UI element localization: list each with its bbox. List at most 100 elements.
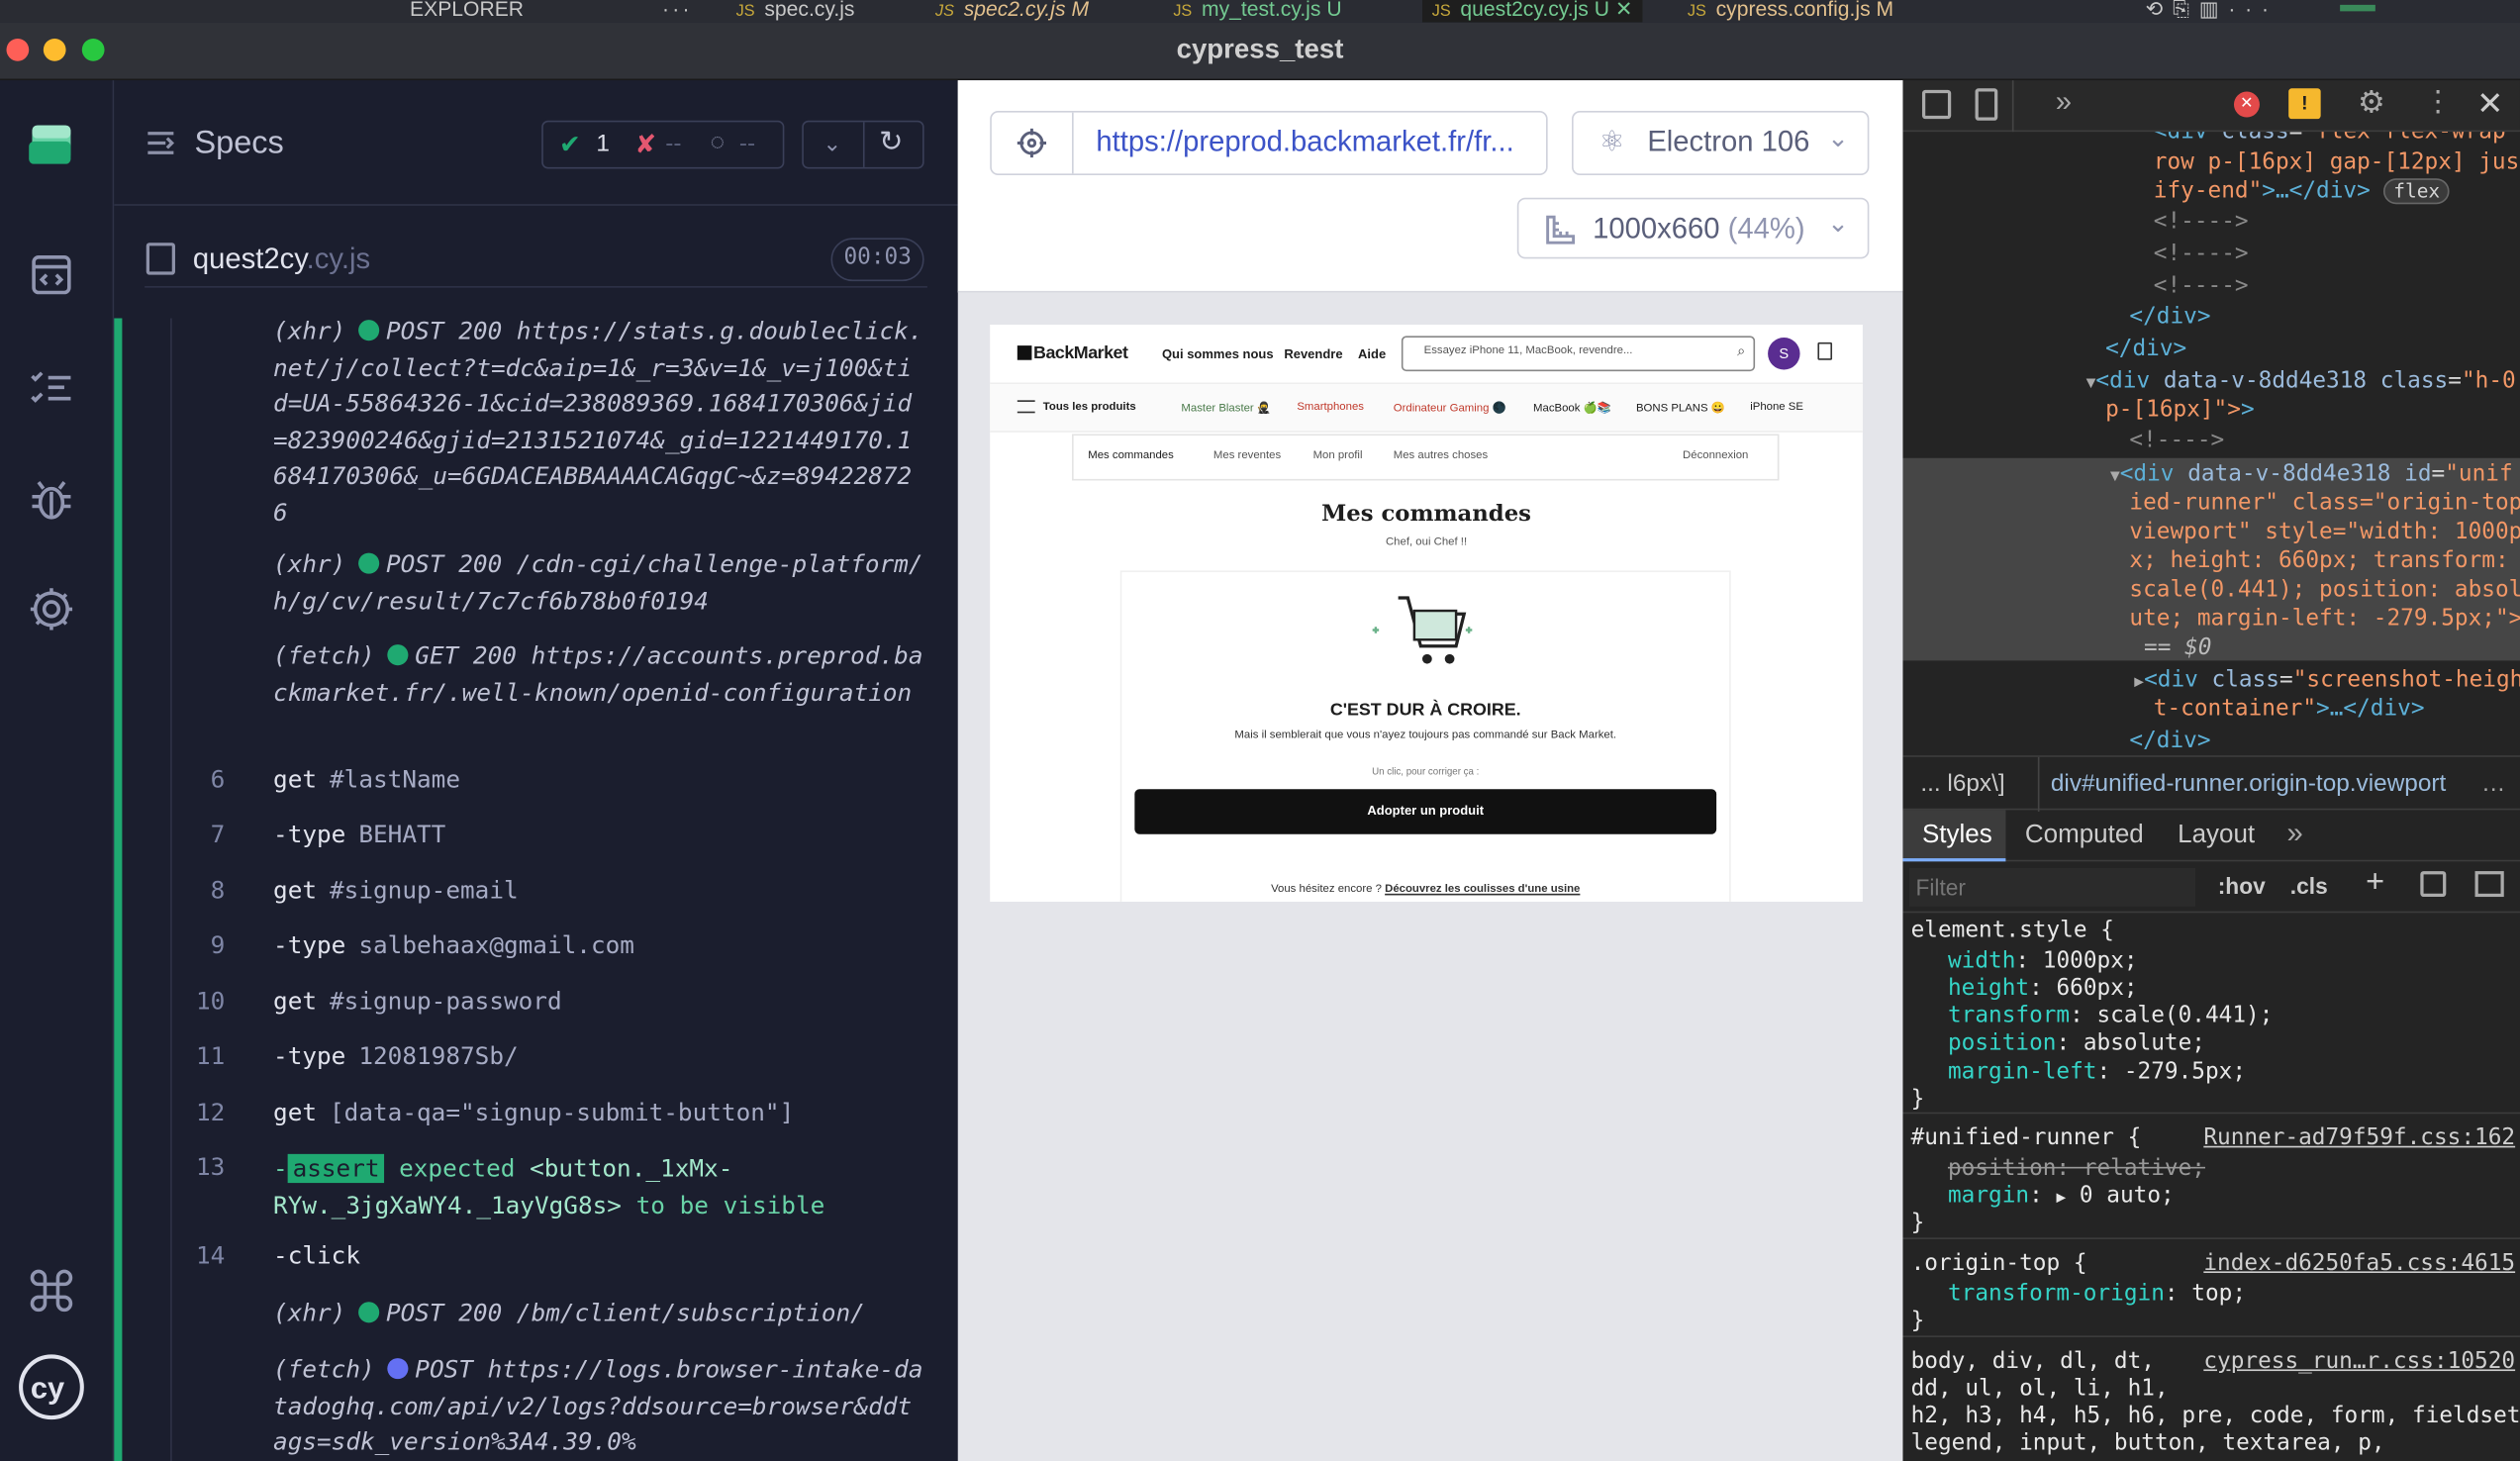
category-link[interactable]: iPhone SE bbox=[1750, 402, 1803, 413]
css-source-link[interactable]: index-d6250fa5.css:4615 bbox=[2203, 1250, 2515, 1276]
log-entry[interactable]: (fetch) POST https://logs.browser-intake-… bbox=[273, 1352, 924, 1461]
log-entry[interactable]: (fetch) GET 200 https://accounts.preprod.… bbox=[273, 638, 924, 711]
specs-label[interactable]: Specs bbox=[194, 126, 283, 162]
dom-comment[interactable]: <!----> bbox=[2154, 242, 2249, 267]
site-search-input[interactable]: Essayez iPhone 11, MacBook, revendre... … bbox=[1401, 336, 1756, 372]
more-icon[interactable]: ··· bbox=[662, 0, 693, 21]
more-options-icon[interactable]: ⋮ bbox=[2424, 85, 2453, 119]
editor-tab[interactable]: JS my_test.cy.js U bbox=[1173, 0, 1341, 21]
viewport-selector[interactable]: 1000x660 (44%) ⌄ bbox=[1516, 197, 1870, 259]
avatar[interactable]: S bbox=[1768, 337, 1800, 370]
editor-tab[interactable]: JS spec2.cy.js M bbox=[935, 0, 1089, 21]
close-icon[interactable]: ✕ bbox=[2476, 83, 2503, 124]
menu-icon[interactable] bbox=[1017, 400, 1035, 414]
more-tabs-icon[interactable]: » bbox=[2287, 817, 2303, 850]
tab-computed[interactable]: Computed bbox=[2025, 822, 2144, 850]
device-toolbar-icon[interactable] bbox=[1975, 88, 1998, 121]
dom-node[interactable]: ▶<div class="screenshot-heigh bbox=[2134, 667, 2520, 693]
editor-tab[interactable]: JS spec.cy.js bbox=[736, 0, 855, 21]
command-row[interactable]: -type 12081987Sb/ bbox=[273, 1041, 519, 1070]
assert-row[interactable]: - assert expected <button._1xMx-RYw._3jgX… bbox=[273, 1151, 932, 1223]
css-declaration-overridden[interactable]: position: relative; bbox=[1948, 1155, 2205, 1181]
category-link[interactable]: MacBook 🍏📚 bbox=[1533, 402, 1611, 415]
dom-node-selected[interactable]: ▼<div data-v-8dd4e318 id="unif bbox=[2110, 461, 2513, 487]
editor-actions-icon[interactable]: ⟲⎘▥··· bbox=[2146, 0, 2278, 23]
tab-styles[interactable]: Styles bbox=[1922, 822, 1992, 850]
specs-list-icon[interactable] bbox=[26, 249, 77, 301]
cypress-app-icon[interactable] bbox=[26, 119, 77, 170]
dom-node[interactable]: </div> bbox=[2105, 336, 2186, 361]
dom-node[interactable]: row p-[16px] gap-[12px] just bbox=[2154, 149, 2520, 175]
runs-icon[interactable] bbox=[26, 361, 77, 413]
log-entry[interactable]: (xhr) POST 200 https://stats.g.doubleclic… bbox=[273, 314, 924, 531]
site-nav-link[interactable]: Revendre bbox=[1284, 347, 1342, 362]
warnings-icon[interactable]: ! bbox=[2288, 88, 2321, 120]
editor-tab-active[interactable]: JS quest2cy.cy.js U ✕ bbox=[1421, 0, 1643, 23]
settings-gear-icon[interactable]: ⚙ bbox=[2358, 85, 2385, 122]
inspect-element-icon[interactable] bbox=[1921, 89, 1952, 120]
settings-gear-icon[interactable] bbox=[26, 583, 77, 634]
close-icon[interactable]: ✕ bbox=[1615, 0, 1633, 21]
selector-playground-button[interactable] bbox=[992, 112, 1074, 174]
tab-mes-commandes[interactable]: Mes commandes bbox=[1088, 450, 1174, 461]
menu-icon[interactable] bbox=[146, 129, 175, 165]
errors-icon[interactable]: ✕ bbox=[2233, 91, 2260, 118]
site-logo[interactable]: BackMarket bbox=[1017, 343, 1128, 363]
logout-link[interactable]: Déconnexion bbox=[1683, 450, 1748, 461]
command-row[interactable]: get #signup-password bbox=[273, 987, 562, 1016]
more-tabs-icon[interactable]: » bbox=[2056, 85, 2072, 119]
cart-icon[interactable] bbox=[1817, 341, 1833, 360]
dom-comment[interactable]: <!----> bbox=[2154, 273, 2249, 299]
adopt-product-button[interactable]: Adopter un produit bbox=[1134, 789, 1717, 834]
css-source-link[interactable]: Runner-ad79f59f.css:162 bbox=[2203, 1125, 2515, 1151]
category-link[interactable]: Master Blaster 🥷 bbox=[1181, 402, 1271, 415]
toggle-sidebar-icon[interactable] bbox=[2474, 871, 2504, 898]
dom-node[interactable]: p-[16px]">> bbox=[2105, 397, 2255, 423]
breadcrumb-current[interactable]: div#unified-runner.origin-top.viewport bbox=[2051, 770, 2446, 798]
tab-mes-autres-choses[interactable]: Mes autres choses bbox=[1394, 450, 1488, 461]
log-entry[interactable]: (xhr) POST 200 /cdn-cgi/challenge-platfor… bbox=[273, 546, 924, 619]
css-rule-header[interactable]: body, div, dl, dt, cypress_run…r.css:1052… bbox=[1911, 1348, 2516, 1374]
hov-toggle[interactable]: :hov bbox=[2218, 873, 2266, 899]
paint-icon[interactable] bbox=[2420, 871, 2447, 898]
css-rule-header[interactable]: .origin-top {index-d6250fa5.css:4615 bbox=[1911, 1250, 2516, 1276]
chevron-down-icon[interactable]: ⌄ bbox=[823, 131, 841, 158]
site-nav-link[interactable]: Qui sommes nous bbox=[1162, 347, 1274, 362]
tab-mes-reventes[interactable]: Mes reventes bbox=[1213, 450, 1281, 461]
tab-mon-profil[interactable]: Mon profil bbox=[1313, 450, 1363, 461]
more-icon[interactable]: … bbox=[2481, 770, 2505, 798]
breadcrumb-prev[interactable]: ... l6px\] bbox=[1920, 770, 2004, 798]
css-rule-header[interactable]: #unified-runner {Runner-ad79f59f.css:162 bbox=[1911, 1125, 2516, 1151]
tab-layout[interactable]: Layout bbox=[2178, 822, 2255, 850]
css-declaration[interactable]: transform: scale(0.441); bbox=[1948, 1003, 2273, 1028]
aut-url[interactable]: https://preprod.backmarket.fr/fr... bbox=[1096, 126, 1513, 159]
dom-node[interactable]: <div class="flex flex-wrap g bbox=[2154, 132, 2520, 145]
css-declaration[interactable]: position: absolute; bbox=[1948, 1030, 2205, 1056]
css-declaration[interactable]: transform-origin: top; bbox=[1948, 1281, 2246, 1307]
css-selector[interactable]: element.style { bbox=[1911, 918, 2114, 943]
editor-tab[interactable]: JS cypress.config.js M bbox=[1688, 0, 1893, 21]
dom-node[interactable]: </div> bbox=[2129, 304, 2210, 330]
cypress-logo-icon[interactable]: cy bbox=[18, 1353, 85, 1420]
spec-name[interactable]: quest2cy.cy.js bbox=[193, 243, 370, 276]
command-row[interactable]: -type salbehaax@gmail.com bbox=[273, 930, 634, 959]
css-declaration[interactable]: margin: ▶ 0 auto; bbox=[1948, 1183, 2175, 1209]
factory-link[interactable]: Découvrez les coulisses d'une usine bbox=[1385, 884, 1580, 895]
keyboard-shortcuts-icon[interactable] bbox=[26, 1265, 77, 1316]
dom-node[interactable]: ify-end">…</div> flex bbox=[2154, 178, 2450, 205]
rerun-icon[interactable]: ↻ bbox=[879, 126, 904, 159]
flex-badge[interactable]: flex bbox=[2383, 178, 2450, 205]
command-row[interactable]: -click bbox=[273, 1241, 360, 1270]
css-declaration[interactable]: width: 1000px; bbox=[1948, 948, 2138, 974]
command-row[interactable]: get #lastName bbox=[273, 765, 460, 794]
css-source-link[interactable]: cypress_run…r.css:10520 bbox=[2203, 1348, 2515, 1374]
dom-comment[interactable]: <!----> bbox=[2129, 428, 2224, 453]
category-link[interactable]: Ordinateur Gaming 🌑 bbox=[1394, 402, 1506, 415]
dom-node[interactable]: </div> bbox=[2129, 729, 2210, 754]
dom-node[interactable]: ▼<div data-v-8dd4e318 class="h-0 bbox=[2086, 368, 2516, 394]
all-products-link[interactable]: Tous les produits bbox=[1043, 402, 1136, 413]
category-link[interactable]: BONS PLANS 😀 bbox=[1636, 402, 1725, 415]
add-rule-icon[interactable]: + bbox=[2366, 865, 2384, 902]
dom-comment[interactable]: <!----> bbox=[2154, 209, 2249, 235]
command-row[interactable]: get [data-qa="signup-submit-button"] bbox=[273, 1098, 794, 1126]
